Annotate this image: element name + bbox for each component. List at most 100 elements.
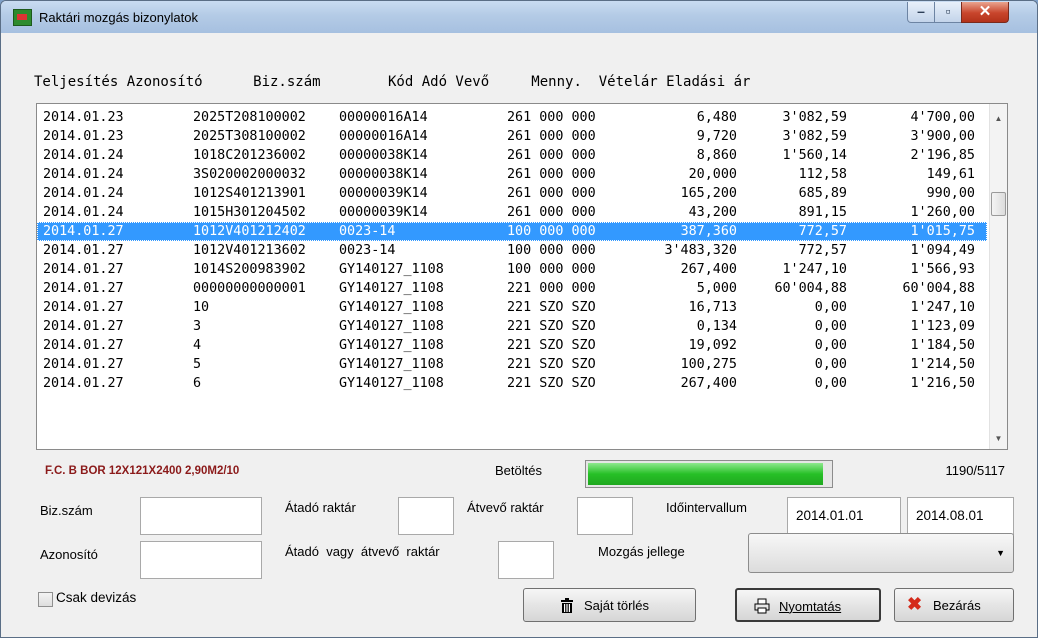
mozgas-jellege-select[interactable]: ▼ bbox=[748, 533, 1014, 573]
table-cell: GY140127_1108 bbox=[339, 300, 444, 315]
table-cell: 6,480 bbox=[696, 110, 737, 125]
atado-raktar-input[interactable] bbox=[398, 497, 454, 535]
table-cell: GY140127_1108 bbox=[339, 338, 444, 353]
table-cell: 1018C201236002 bbox=[193, 148, 306, 163]
table-cell: 5,000 bbox=[696, 281, 737, 296]
atado-vagy-atvevo-input[interactable] bbox=[498, 541, 554, 579]
table-cell: 772,57 bbox=[798, 224, 847, 239]
table-cell: 100,275 bbox=[680, 357, 737, 372]
table-cell: 0,00 bbox=[814, 357, 847, 372]
azonosito-input[interactable] bbox=[140, 541, 262, 579]
table-row[interactable]: 2014.01.27 1012V401212402 0023-14 100 000 0… bbox=[37, 222, 987, 241]
table-cell: 60'004,88 bbox=[902, 281, 975, 296]
table-cell: GY140127_1108 bbox=[339, 376, 444, 391]
nyomtatas-button[interactable]: Nyomtatás bbox=[735, 588, 881, 622]
date-from-input[interactable]: 2014.01.01 bbox=[787, 497, 901, 535]
table-row[interactable]: 2014.01.24 1018C201236002 00000038K14 261 0… bbox=[37, 146, 987, 165]
table-row[interactable]: 2014.01.27 5 GY140127_1108 221 SZO SZO 100,2… bbox=[37, 355, 987, 374]
table-cell: GY140127_1108 bbox=[339, 357, 444, 372]
maximize-button[interactable]: ▫ bbox=[934, 2, 962, 23]
azonosito-label: Azonosító bbox=[40, 547, 98, 562]
csak-devizas-checkbox[interactable] bbox=[38, 592, 53, 607]
table-cell: 891,15 bbox=[798, 205, 847, 220]
table-cell: 261 000 000 bbox=[507, 205, 596, 220]
table-row[interactable]: 2014.01.23 2025T308100002 00000016A14 261 0… bbox=[37, 127, 987, 146]
table-cell: 1'260,00 bbox=[910, 205, 976, 220]
table-cell: 0,134 bbox=[696, 319, 737, 334]
table-cell: 100 000 000 bbox=[507, 262, 596, 277]
bezaras-label: Bezárás bbox=[933, 598, 981, 613]
table-cell: 261 000 000 bbox=[507, 186, 596, 201]
atado-vagy-atvevo-label: Átadó vagy átvevő raktár bbox=[285, 544, 440, 559]
table-row[interactable]: 2014.01.24 1015H301204502 00000039K14 261 0… bbox=[37, 203, 987, 222]
close-window-button[interactable]: ✕ bbox=[961, 2, 1009, 23]
title-bar[interactable]: Raktári mozgás bizonylatok – ▫ ✕ bbox=[1, 1, 1037, 33]
trash-icon bbox=[561, 598, 573, 613]
table-cell: 3'483,320 bbox=[664, 243, 737, 258]
bezaras-button[interactable]: ✖ Bezárás bbox=[894, 588, 1014, 622]
table-row[interactable]: 2014.01.27 00000000000001 GY140127_1108 221… bbox=[37, 279, 987, 298]
table-cell: 990,00 bbox=[926, 186, 975, 201]
table-cell: 221 000 000 bbox=[507, 281, 596, 296]
table-cell: GY140127_1108 bbox=[339, 262, 444, 277]
sajat-torles-label: Saját törlés bbox=[584, 598, 650, 613]
atvevo-raktar-input[interactable] bbox=[577, 497, 633, 535]
table-cell: 1'566,93 bbox=[910, 262, 976, 277]
table-cell: 2014.01.27 bbox=[43, 338, 124, 353]
table-cell: 221 SZO SZO bbox=[507, 319, 596, 334]
table-row[interactable]: 2014.01.27 1014S200983902 GY140127_1108 100… bbox=[37, 260, 987, 279]
table-row[interactable]: 2014.01.23 2025T208100002 00000016A14 261 0… bbox=[37, 108, 987, 127]
minimize-button[interactable]: – bbox=[907, 2, 935, 23]
table-cell: 1015H301204502 bbox=[193, 205, 306, 220]
record-count: 1190/5117 bbox=[945, 463, 1005, 478]
table-cell: 261 000 000 bbox=[507, 129, 596, 144]
table-cell: 261 000 000 bbox=[507, 148, 596, 163]
table-row[interactable]: 2014.01.27 6 GY140127_1108 221 SZO SZO 267,4… bbox=[37, 374, 987, 393]
biz-szam-input[interactable] bbox=[140, 497, 262, 535]
date-to-input[interactable]: 2014.08.01 bbox=[907, 497, 1014, 535]
document-list[interactable]: 2014.01.23 2025T208100002 00000016A14 261 0… bbox=[36, 103, 1008, 450]
table-cell: 165,200 bbox=[680, 186, 737, 201]
table-cell: 2014.01.27 bbox=[43, 300, 124, 315]
table-cell: 0,00 bbox=[814, 338, 847, 353]
table-cell: 2014.01.23 bbox=[43, 110, 124, 125]
table-row[interactable]: 2014.01.27 10 GY140127_1108 221 SZO SZO 16,7… bbox=[37, 298, 987, 317]
table-cell: 0023-14 bbox=[339, 243, 396, 258]
table-cell: 1'214,50 bbox=[910, 357, 976, 372]
biz-szam-label: Biz.szám bbox=[40, 503, 93, 518]
table-cell: 1014S200983902 bbox=[193, 262, 306, 277]
table-row[interactable]: 2014.01.24 1012S401213901 00000039K14 261 0… bbox=[37, 184, 987, 203]
table-cell: 2014.01.27 bbox=[43, 224, 124, 239]
table-cell: 0,00 bbox=[814, 376, 847, 391]
scroll-up-icon[interactable]: ▲ bbox=[990, 110, 1007, 127]
table-cell: 1'094,49 bbox=[910, 243, 976, 258]
table-cell: 1'216,50 bbox=[910, 376, 976, 391]
table-cell: 8,860 bbox=[696, 148, 737, 163]
table-cell: 267,400 bbox=[680, 376, 737, 391]
table-row[interactable]: 2014.01.24 3S020002000032 00000038K14 261 0… bbox=[37, 165, 987, 184]
scroll-down-icon[interactable]: ▼ bbox=[990, 430, 1007, 447]
table-row[interactable]: 2014.01.27 3 GY140127_1108 221 SZO SZO 0,134… bbox=[37, 317, 987, 336]
table-cell: 1012V401212402 bbox=[193, 224, 306, 239]
window-title: Raktári mozgás bizonylatok bbox=[39, 10, 198, 25]
table-cell: 2014.01.23 bbox=[43, 129, 124, 144]
table-cell: 60'004,88 bbox=[774, 281, 847, 296]
table-cell: 0023-14 bbox=[339, 224, 396, 239]
table-cell: 00000016A14 bbox=[339, 129, 428, 144]
table-cell: 149,61 bbox=[926, 167, 975, 182]
mozgas-jellege-label: Mozgás jellege bbox=[598, 544, 685, 559]
table-row[interactable]: 2014.01.27 1012V401213602 0023-14 100 000 0… bbox=[37, 241, 987, 260]
sajat-torles-button[interactable]: Saját törlés bbox=[523, 588, 696, 622]
table-cell: 2'196,85 bbox=[910, 148, 976, 163]
table-cell: 1'247,10 bbox=[782, 262, 848, 277]
table-cell: 2014.01.27 bbox=[43, 376, 124, 391]
minimize-icon: – bbox=[917, 3, 925, 19]
scroll-thumb[interactable] bbox=[991, 192, 1006, 216]
table-cell: 43,200 bbox=[688, 205, 737, 220]
maximize-icon: ▫ bbox=[945, 3, 951, 19]
atado-raktar-label: Átadó raktár bbox=[285, 500, 356, 515]
vertical-scrollbar[interactable]: ▲ ▼ bbox=[989, 104, 1007, 449]
table-row[interactable]: 2014.01.27 4 GY140127_1108 221 SZO SZO 19,09… bbox=[37, 336, 987, 355]
table-cell: 3'900,00 bbox=[910, 129, 976, 144]
table-cell: 4'700,00 bbox=[910, 110, 976, 125]
